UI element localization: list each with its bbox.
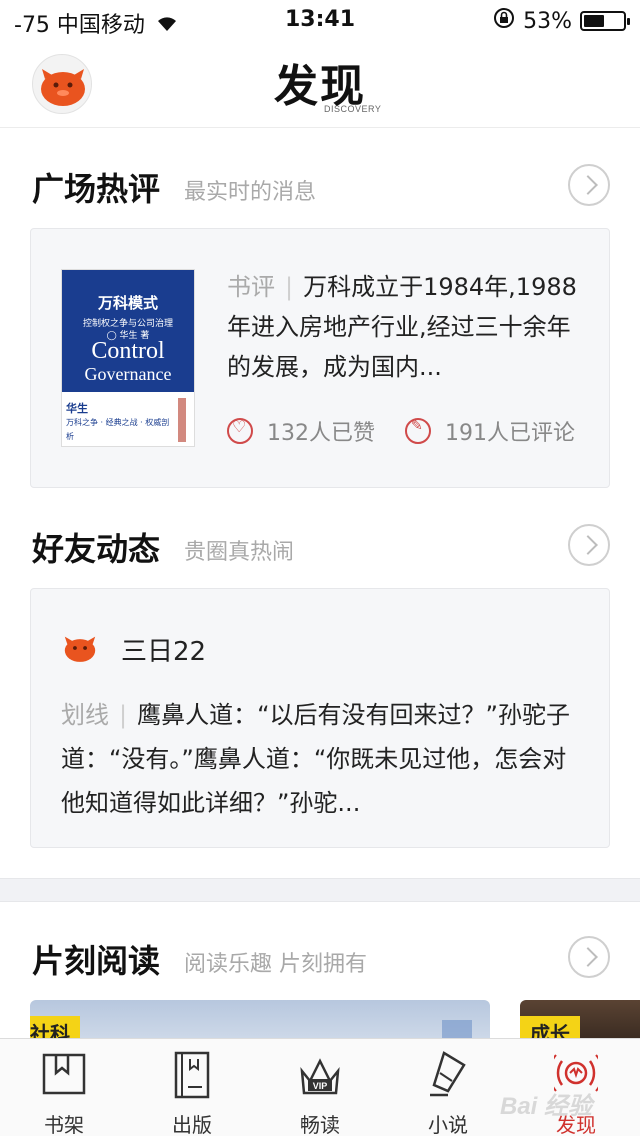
book-title: 万科模式 xyxy=(97,294,158,312)
section-title: 片刻阅读 xyxy=(32,942,161,980)
battery-icon xyxy=(580,11,630,31)
section-divider xyxy=(0,878,640,902)
chevron-right-icon[interactable] xyxy=(568,524,610,566)
review-text: 万科成立于1984年,1988年进入房地产行业,经过三十余年的发展，成为国内..… xyxy=(227,273,577,381)
page-title-en: DISCOVERY xyxy=(324,104,382,114)
book-cover-bottom: 华生 万科之争 · 经典之战 · 权威剖析 xyxy=(66,402,170,444)
section-subtitle: 最实时的消息 xyxy=(184,180,317,205)
discover-screen: -75 中国移动 13:41 53% 发现 DISCOVERY 广场热评 最实时… xyxy=(0,0,640,1136)
book-tagline: 万科之争 · 经典之战 · 权威剖析 xyxy=(66,418,170,441)
friend-avatar[interactable] xyxy=(61,629,99,667)
svg-text:VIP: VIP xyxy=(313,1081,328,1091)
bookshelf-icon xyxy=(42,1053,86,1095)
page-title: 发现 DISCOVERY xyxy=(0,50,640,114)
vip-crown-icon: VIP xyxy=(300,1058,340,1095)
avatar-creature-icon xyxy=(64,636,96,662)
book-cover[interactable]: 万科模式 控制权之争与公司治理 ◯ 华生 著 Control Governanc… xyxy=(61,269,195,447)
tab-label: 小说 xyxy=(428,1113,468,1136)
status-right: 53% xyxy=(493,7,630,35)
tab-vip-reading[interactable]: VIP 畅读 xyxy=(256,1039,384,1136)
friend-feed-header[interactable]: 好友动态 贵圈真热闹 xyxy=(32,520,610,570)
chevron-right-icon[interactable] xyxy=(568,164,610,206)
tab-label: 畅读 xyxy=(300,1113,340,1136)
review-stats: 132人已赞 191人已评论 xyxy=(227,415,605,447)
tag-separator: | xyxy=(119,701,128,729)
highlight-excerpt[interactable]: 划线 | 鹰鼻人道：“以后有没有回来过？”孙驼子道：“没有。”鹰鼻人道：“你既未见过… xyxy=(61,693,583,825)
chevron-right-icon[interactable] xyxy=(568,936,610,978)
book-icon xyxy=(174,1051,210,1099)
section-title: 广场热评 xyxy=(32,170,161,208)
section-subtitle: 贵圈真热闹 xyxy=(184,540,295,565)
friend-username[interactable]: 三日22 xyxy=(121,631,206,668)
book-brand: 华生 xyxy=(66,402,88,415)
book-spine-stripe xyxy=(178,398,186,442)
rotation-lock-icon xyxy=(493,7,515,35)
tab-label: 出版 xyxy=(172,1113,212,1136)
review-card[interactable]: 万科模式 控制权之争与公司治理 ◯ 华生 著 Control Governanc… xyxy=(30,228,610,488)
battery-percent: 53% xyxy=(523,8,572,34)
section-title: 好友动态 xyxy=(32,530,161,568)
section-subtitle: 阅读乐趣 片刻拥有 xyxy=(184,952,367,977)
pen-icon xyxy=(430,1051,466,1097)
book-en-line2: Governance xyxy=(84,364,172,384)
tab-novel[interactable]: 小说 xyxy=(384,1039,512,1136)
highlight-tag: 划线 xyxy=(61,701,109,729)
comment-pen-icon xyxy=(405,418,431,444)
review-excerpt[interactable]: 书评 | 万科成立于1984年,1988年进入房地产行业,经过三十余年的发展，成为国… xyxy=(227,267,585,387)
watermark: Bai 经验 xyxy=(500,1093,593,1120)
tab-publish[interactable]: 出版 xyxy=(128,1039,256,1136)
hot-reviews-header[interactable]: 广场热评 最实时的消息 xyxy=(32,160,610,210)
highlight-text: 鹰鼻人道：“以后有没有回来过？”孙驼子道：“没有。”鹰鼻人道：“你既未见过他，怎… xyxy=(61,701,570,817)
tab-label: 书架 xyxy=(44,1113,84,1136)
heart-icon xyxy=(227,417,253,444)
top-header: 发现 DISCOVERY xyxy=(0,40,640,128)
comment-stat[interactable]: 191人已评论 xyxy=(405,415,575,447)
moment-reading-header[interactable]: 片刻阅读 阅读乐趣 片刻拥有 xyxy=(32,932,610,982)
like-count: 132人已赞 xyxy=(267,421,375,446)
review-tag: 书评 xyxy=(227,273,275,301)
comment-count: 191人已评论 xyxy=(445,421,575,446)
battery-fill xyxy=(584,15,605,27)
status-bar: -75 中国移动 13:41 53% xyxy=(0,0,640,40)
friend-activity-card[interactable]: 三日22 划线 | 鹰鼻人道：“以后有没有回来过？”孙驼子道：“没有。”鹰鼻人道：“… xyxy=(30,588,610,848)
tab-bookshelf[interactable]: 书架 xyxy=(0,1039,128,1136)
tag-separator: | xyxy=(285,273,294,301)
book-en-line1: Control xyxy=(91,338,165,364)
like-stat[interactable]: 132人已赞 xyxy=(227,415,375,447)
